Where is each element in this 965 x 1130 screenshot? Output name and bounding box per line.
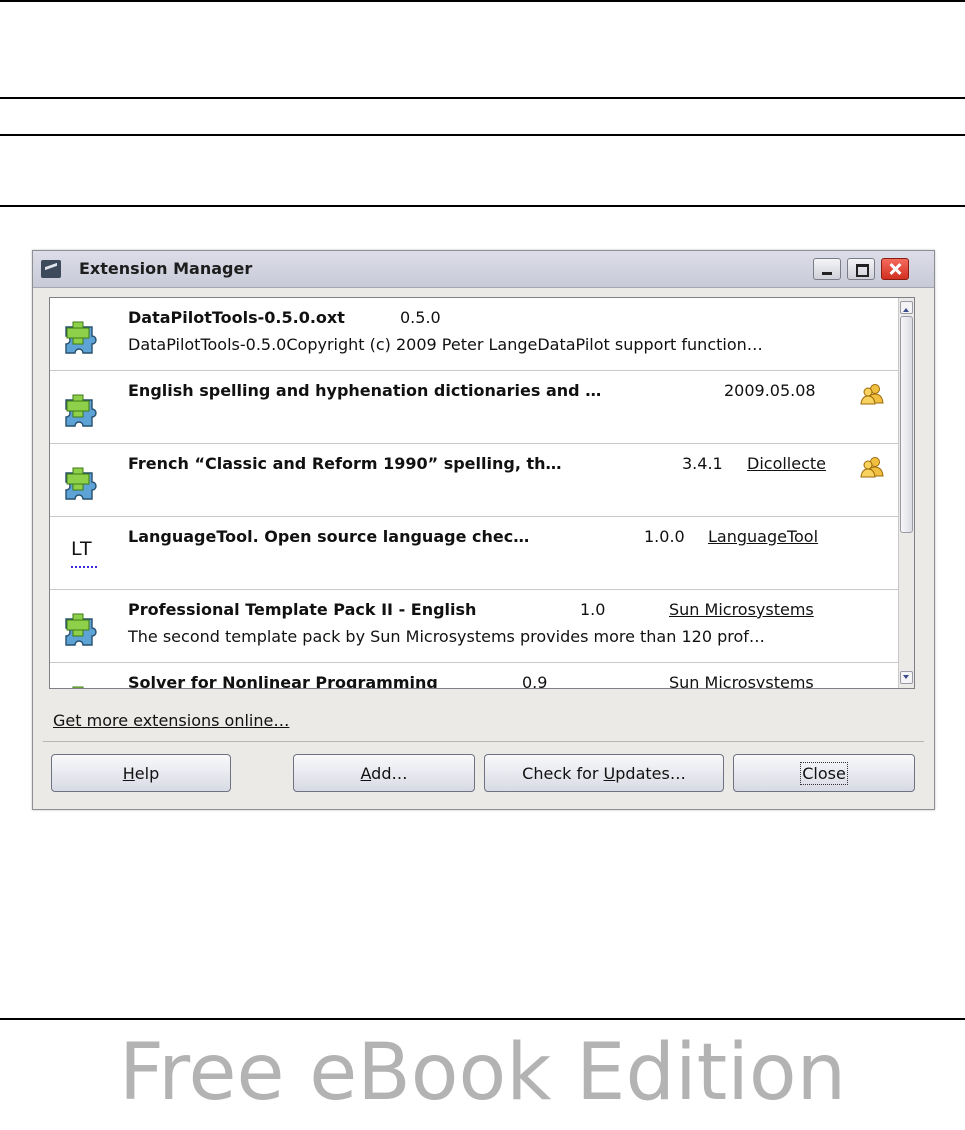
header-rule-3 bbox=[0, 205, 965, 207]
close-button[interactable]: Close bbox=[733, 754, 915, 792]
extension-row[interactable]: DataPilotTools-0.5.0.oxt 0.5.0 DataPilot… bbox=[50, 298, 900, 371]
button-separator bbox=[43, 741, 924, 742]
add-button-label: Add… bbox=[360, 763, 408, 783]
header-rule-2 bbox=[0, 134, 965, 136]
puzzle-icon bbox=[63, 610, 101, 648]
extension-row[interactable]: Solver for Nonlinear Programming 0.9 Sun… bbox=[50, 663, 900, 689]
puzzle-icon bbox=[63, 391, 101, 429]
publisher-link[interactable]: Sun Microsystems bbox=[669, 600, 814, 619]
extension-name: Solver for Nonlinear Programming bbox=[128, 673, 438, 689]
minimize-button[interactable] bbox=[813, 258, 841, 280]
publisher-link[interactable]: Dicollecte bbox=[747, 454, 826, 473]
extension-row[interactable]: English spelling and hyphenation diction… bbox=[50, 371, 900, 444]
vertical-scrollbar[interactable] bbox=[898, 298, 914, 688]
publisher-link[interactable]: LanguageTool bbox=[708, 527, 818, 546]
extension-name: English spelling and hyphenation diction… bbox=[128, 381, 602, 400]
publisher-link[interactable]: Sun Microsystems bbox=[669, 673, 814, 688]
extension-name: LanguageTool. Open source language chec… bbox=[128, 527, 530, 546]
extension-description: DataPilotTools-0.5.0Copyright (c) 2009 P… bbox=[128, 335, 763, 354]
header-rule-1 bbox=[0, 97, 965, 99]
extension-row[interactable]: French “Classic and Reform 1990” spellin… bbox=[50, 444, 900, 517]
dialog-title: Extension Manager bbox=[79, 259, 253, 278]
extension-version: 1.0 bbox=[580, 600, 606, 619]
extension-description: The second template pack by Sun Microsys… bbox=[128, 627, 765, 646]
check-for-updates-button-label: Check for Updates… bbox=[522, 763, 686, 783]
get-more-extensions-link[interactable]: Get more extensions online… bbox=[53, 711, 289, 730]
puzzle-icon bbox=[63, 318, 101, 356]
openoffice-app-icon[interactable] bbox=[41, 260, 61, 278]
extension-version: 0.9 bbox=[522, 673, 548, 689]
check-for-updates-button[interactable]: Check for Updates… bbox=[484, 754, 724, 792]
help-button-label: Help bbox=[122, 763, 160, 783]
free-ebook-watermark: Free eBook Edition bbox=[118, 1028, 847, 1118]
extension-version: 3.4.1 bbox=[682, 454, 723, 473]
languagetool-icon: LT bbox=[71, 538, 97, 568]
puzzle-icon bbox=[63, 464, 101, 502]
extension-row[interactable]: LT LanguageTool. Open source language ch… bbox=[50, 517, 900, 590]
close-button-label: Close bbox=[800, 761, 848, 785]
maximize-button[interactable] bbox=[847, 258, 875, 280]
extension-version: 1.0.0 bbox=[644, 527, 685, 546]
extension-name: DataPilotTools-0.5.0.oxt bbox=[128, 308, 345, 327]
extension-name: Professional Template Pack II - English bbox=[128, 600, 477, 619]
footer-rule bbox=[0, 1018, 965, 1020]
extension-name: French “Classic and Reform 1990” spellin… bbox=[128, 454, 562, 473]
extension-row[interactable]: Professional Template Pack II - English … bbox=[50, 590, 900, 663]
scrollbar-thumb[interactable] bbox=[900, 316, 913, 533]
add-button[interactable]: Add… bbox=[293, 754, 475, 792]
scroll-up-arrow-icon[interactable] bbox=[900, 301, 913, 314]
scroll-down-arrow-icon[interactable] bbox=[900, 671, 913, 684]
extension-manager-dialog: Extension Manager DataPilotTools-0.5.0.o… bbox=[32, 250, 935, 810]
dialog-titlebar[interactable]: Extension Manager bbox=[33, 251, 934, 288]
window-close-button[interactable] bbox=[881, 258, 909, 280]
shared-users-icon bbox=[860, 456, 884, 478]
shared-users-icon bbox=[860, 383, 884, 405]
extension-version: 0.5.0 bbox=[400, 308, 441, 327]
puzzle-icon bbox=[63, 683, 101, 689]
extension-list[interactable]: DataPilotTools-0.5.0.oxt 0.5.0 DataPilot… bbox=[49, 297, 915, 689]
extension-version: 2009.05.08 bbox=[724, 381, 816, 400]
help-button[interactable]: Help bbox=[51, 754, 231, 792]
header-rule-top bbox=[0, 0, 965, 2]
